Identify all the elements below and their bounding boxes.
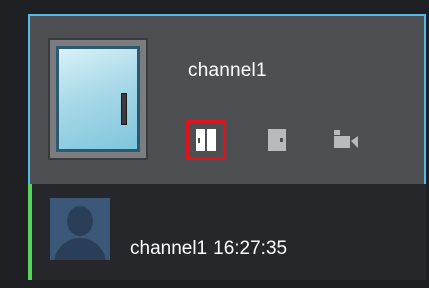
event-text: channel1 16:27:35 [130, 238, 287, 260]
event-time: 16:27:35 [213, 238, 288, 259]
door-thumbnail [48, 38, 148, 160]
door-open-icon [196, 129, 216, 151]
channel-card[interactable]: channel1 [28, 14, 426, 184]
close-door-button[interactable] [257, 120, 297, 160]
event-log-row[interactable]: channel1 16:27:35 [28, 184, 426, 280]
event-channel: channel1 [130, 238, 208, 259]
channel-name: channel1 [188, 60, 267, 81]
open-door-button[interactable] [186, 120, 226, 160]
door-closed-icon [268, 129, 286, 151]
user-avatar-icon [50, 198, 110, 260]
door-handle [121, 93, 127, 125]
door-channel-widget: channel1 channel1 16:27:35 [0, 0, 429, 288]
camera-button[interactable] [326, 120, 366, 160]
video-camera-icon [334, 130, 358, 148]
door-icon [56, 46, 140, 152]
bottom-edge [0, 280, 429, 288]
